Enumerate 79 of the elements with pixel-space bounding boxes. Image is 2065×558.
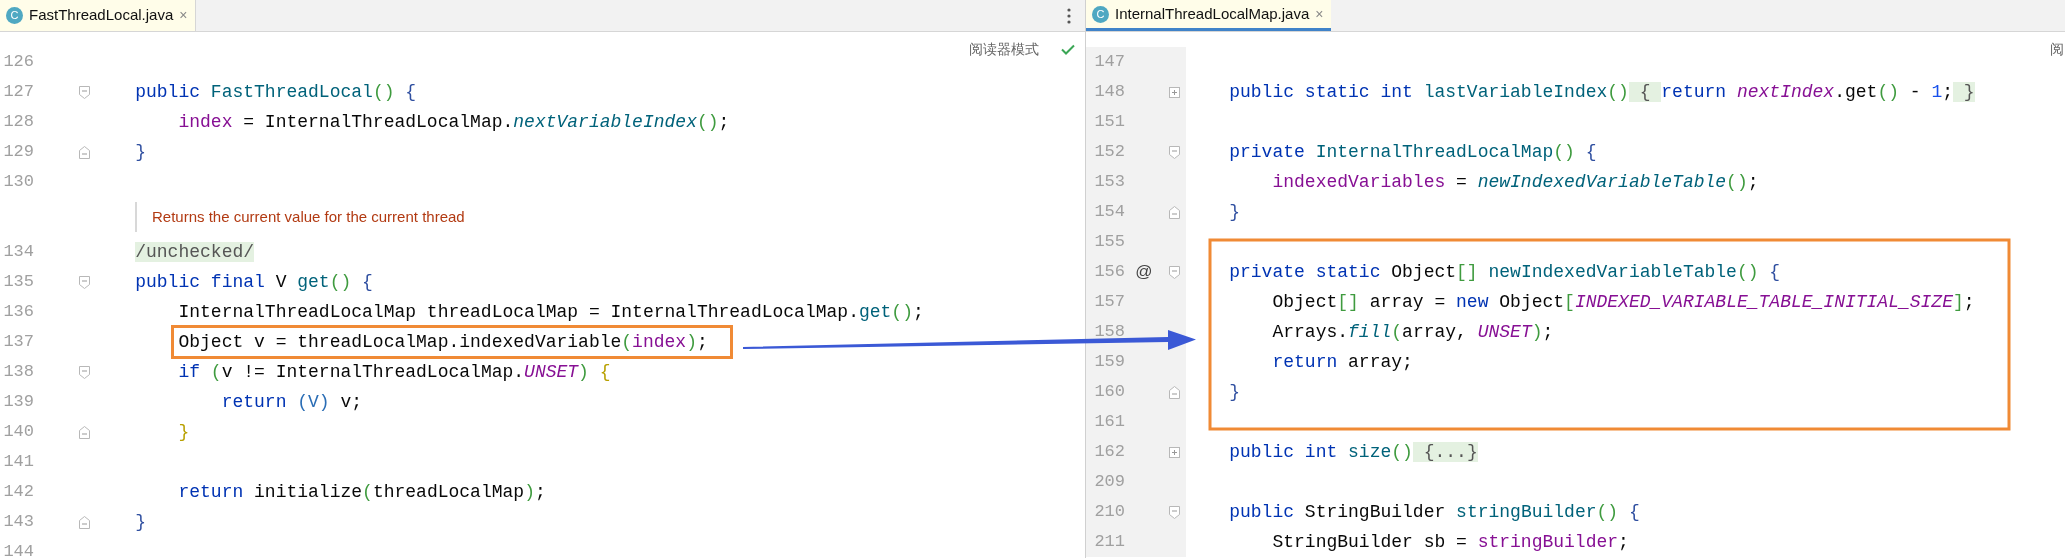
collapse-icon[interactable] bbox=[78, 85, 90, 99]
line-number: 134 bbox=[2, 241, 34, 264]
collapse-icon[interactable] bbox=[1169, 205, 1180, 219]
tab-title: FastThreadLocal.java bbox=[29, 5, 174, 26]
code-line: public StringBuilder stringBuilder() { bbox=[1229, 502, 1640, 522]
file-tab[interactable]: C InternalThreadLocalMap.java × bbox=[1086, 0, 1332, 31]
line-number: 159 bbox=[1093, 351, 1125, 374]
code-line: StringBuilder sb = stringBuilder; bbox=[1272, 532, 1629, 552]
line-number: 154 bbox=[1093, 201, 1125, 224]
line-number: 211 bbox=[1093, 531, 1125, 554]
collapse-icon[interactable] bbox=[78, 425, 90, 439]
line-number: 127 bbox=[2, 81, 34, 104]
code-line: index = InternalThreadLocalMap.nextVariableIndex(); bbox=[178, 112, 730, 132]
collapse-icon[interactable] bbox=[1169, 145, 1180, 159]
code-line: Object[] array = new Object[INDEXED_VARIABLE_TABLE_INITIAL_SIZE]; bbox=[1272, 292, 1975, 312]
line-number: 138 bbox=[2, 361, 34, 384]
line-number: 147 bbox=[1093, 51, 1125, 74]
more-options-icon[interactable] bbox=[1067, 7, 1071, 24]
code-line: } bbox=[178, 422, 190, 442]
class-file-icon: C bbox=[1092, 5, 1109, 23]
close-button[interactable]: × bbox=[179, 5, 188, 26]
code-line: indexedVariables = newIndexedVariableTable(); bbox=[1272, 172, 1759, 192]
doc-comment: Returns the current value for the current thread bbox=[152, 206, 465, 227]
line-number: 155 bbox=[1093, 231, 1125, 254]
code-line: InternalThreadLocalMap threadLocalMap = InternalThreadLocalMap.get(); bbox=[178, 302, 924, 322]
collapse-icon[interactable] bbox=[78, 365, 90, 379]
line-number: 162 bbox=[1093, 441, 1125, 464]
line-number: 158 bbox=[1093, 321, 1125, 344]
line-number: 140 bbox=[2, 421, 34, 444]
line-number: 157 bbox=[1093, 291, 1125, 314]
code-line: } bbox=[135, 512, 147, 532]
line-number: 209 bbox=[1093, 471, 1125, 494]
line-number: 210 bbox=[1093, 501, 1125, 524]
collapse-icon[interactable] bbox=[78, 275, 90, 289]
line-number: 156 bbox=[1093, 261, 1125, 284]
code-line: return (V) v; bbox=[221, 392, 363, 412]
collapse-icon[interactable] bbox=[78, 515, 90, 529]
line-number: 135 bbox=[2, 271, 34, 294]
code-line: private static Object[] newIndexedVariableTable() { bbox=[1229, 262, 1781, 282]
expand-icon[interactable] bbox=[1169, 446, 1180, 458]
line-number: 126 bbox=[2, 51, 34, 74]
code-line: return array; bbox=[1272, 352, 1413, 372]
code-line: } bbox=[135, 142, 147, 162]
code-line: private InternalThreadLocalMap() { bbox=[1229, 142, 1597, 162]
line-number: 160 bbox=[1093, 381, 1125, 404]
code-line: } bbox=[1229, 382, 1241, 402]
line-number: 151 bbox=[1093, 111, 1125, 134]
line-number: 148 bbox=[1093, 81, 1125, 104]
line-number: 152 bbox=[1093, 141, 1125, 164]
line-number: 139 bbox=[2, 391, 34, 414]
line-number: 130 bbox=[2, 171, 34, 194]
line-number: 128 bbox=[2, 111, 34, 134]
code-line: Arrays.fill(array, UNSET); bbox=[1272, 322, 1554, 342]
code-line: public int size() {...} bbox=[1229, 442, 1478, 462]
collapse-icon[interactable] bbox=[1169, 505, 1180, 519]
line-number: 161 bbox=[1093, 411, 1125, 434]
code-line: return initialize(threadLocalMap); bbox=[178, 482, 546, 502]
line-number: 142 bbox=[2, 481, 34, 504]
collapse-icon[interactable] bbox=[78, 145, 90, 159]
expand-icon[interactable] bbox=[1169, 86, 1180, 98]
line-number: 143 bbox=[2, 511, 34, 534]
line-number: 137 bbox=[2, 331, 34, 354]
annotation-marker[interactable]: @ bbox=[1135, 259, 1153, 285]
line-number: 141 bbox=[2, 451, 34, 474]
line-number: 136 bbox=[2, 301, 34, 324]
code-line: public final V get() { bbox=[135, 272, 373, 292]
code-line: public static int lastVariableIndex() { return nextIndex.get() - 1; } bbox=[1229, 82, 1975, 102]
file-tab[interactable]: C FastThreadLocal.java × bbox=[0, 0, 197, 31]
line-number: 129 bbox=[2, 141, 34, 164]
code-line: if (v != InternalThreadLocalMap.UNSET) { bbox=[178, 362, 611, 382]
line-number: 153 bbox=[1093, 171, 1125, 194]
close-button[interactable]: × bbox=[1315, 3, 1324, 25]
collapse-icon[interactable] bbox=[1169, 265, 1180, 279]
code-line: } bbox=[1229, 202, 1241, 222]
tab-title: InternalThreadLocalMap.java bbox=[1115, 3, 1310, 24]
collapse-icon[interactable] bbox=[1169, 385, 1180, 399]
line-number: 144 bbox=[2, 541, 34, 558]
code-line: public FastThreadLocal() { bbox=[135, 82, 417, 102]
class-file-icon: C bbox=[6, 7, 23, 24]
